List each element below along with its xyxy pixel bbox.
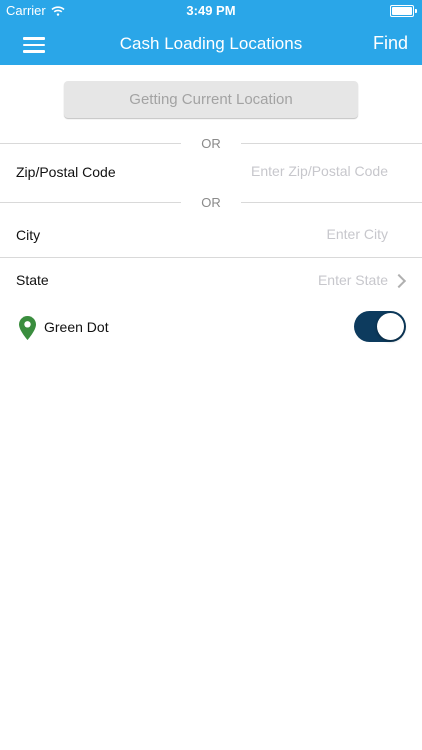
status-bar: Carrier 3:49 PM bbox=[0, 0, 422, 22]
get-current-location-button[interactable]: Getting Current Location bbox=[64, 81, 358, 118]
page-title: Cash Loading Locations bbox=[119, 34, 303, 53]
chevron-right-icon bbox=[391, 273, 407, 289]
or-label: OR bbox=[181, 136, 241, 151]
green-dot-label: Green Dot bbox=[44, 319, 109, 335]
header: Carrier 3:49 PM Cash Loading Locations F… bbox=[0, 0, 422, 65]
city-label: City bbox=[16, 227, 41, 243]
or-separator-2: OR bbox=[0, 195, 422, 210]
find-button[interactable]: Find bbox=[373, 33, 408, 54]
map-pin-icon bbox=[19, 316, 36, 340]
state-placeholder: Enter State bbox=[317, 272, 388, 288]
or-label: OR bbox=[181, 195, 241, 210]
toggle-knob bbox=[377, 313, 404, 340]
green-dot-toggle[interactable] bbox=[354, 311, 406, 342]
state-label: State bbox=[16, 272, 49, 288]
zip-input[interactable] bbox=[188, 163, 388, 179]
nav-bar: Cash Loading Locations Find bbox=[0, 22, 422, 65]
battery-icon bbox=[390, 5, 417, 17]
divider bbox=[0, 257, 422, 258]
or-separator-1: OR bbox=[0, 136, 422, 151]
status-time: 3:49 PM bbox=[186, 3, 236, 18]
app-screen: Carrier 3:49 PM Cash Loading Locations F… bbox=[0, 0, 422, 750]
zip-label: Zip/Postal Code bbox=[16, 164, 116, 180]
city-input[interactable] bbox=[188, 226, 388, 242]
